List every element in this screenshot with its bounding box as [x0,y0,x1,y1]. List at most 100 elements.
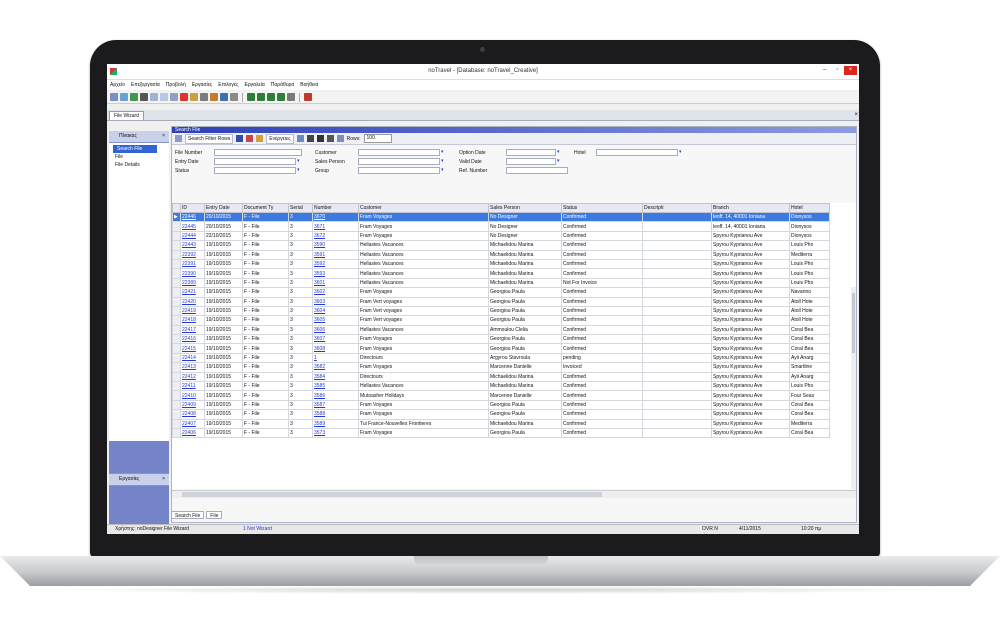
tasks-pane-close-icon[interactable]: × [162,474,165,485]
table-row[interactable]: 22407 19/10/2015 F - File 3 3589 Tui France-N… [172,418,830,430]
horizontal-scrollbar[interactable] [172,490,856,498]
row-header[interactable] [172,352,181,364]
table-row[interactable]: 22410 19/10/2015 F - File 3 3586 Mutoasher Ho… [172,390,830,401]
entry-date-dropdown-icon[interactable]: ▾ [297,158,300,164]
table-row[interactable]: 22416 19/10/2015 F - File 3 3607 Fram Voyages… [172,334,830,345]
row-header[interactable] [172,258,181,270]
delete-icon[interactable] [180,93,188,101]
table-cell[interactable]: 3606 [312,324,359,336]
row-header[interactable] [172,427,181,439]
tree-item-file[interactable]: File [109,153,169,161]
table-cell[interactable]: 3585 [312,381,359,392]
table-row[interactable]: 22408 19/10/2015 F - File 3 3588 Fram Voyages… [172,409,830,420]
first-record-icon[interactable] [247,93,255,101]
table-cell[interactable]: 22414 [180,352,205,364]
table-cell[interactable]: 22443 [180,240,205,251]
column-header[interactable]: Sales Person [488,203,562,213]
table-row[interactable]: 22406 19/10/2015 F - File 3 3573 Fram Voyages… [172,427,830,439]
ref-number-field[interactable] [506,167,568,174]
table-cell[interactable]: 22418 [180,315,205,326]
table-cell[interactable]: 22392 [180,249,205,260]
menu-item-file[interactable]: Αρχείο [107,82,128,88]
row-header[interactable] [172,343,181,354]
table-cell[interactable]: 3671 [312,221,359,232]
copy-icon[interactable] [160,93,168,101]
valid-date-dropdown-icon[interactable]: ▾ [557,158,560,164]
table-cell[interactable]: 22407 [180,418,205,430]
tab-file-wizard[interactable]: File Wizard [109,111,145,120]
menu-item-tasks[interactable]: Εργασίες [189,82,215,88]
tools-icon[interactable] [175,135,182,142]
status-field[interactable] [214,167,296,174]
scrollbar-thumb[interactable] [182,492,602,497]
column-header[interactable]: Number [312,203,359,213]
next-record-icon[interactable] [267,93,275,101]
last-record-icon[interactable] [277,93,285,101]
option-date-dropdown-icon[interactable]: ▾ [557,149,560,155]
table-row[interactable]: 22390 19/10/2015 F - File 3 3593 Hellastes Va… [172,268,830,279]
table-cell[interactable]: 22419 [180,305,205,317]
table-row[interactable]: 22412 19/10/2015 F - File 3 3584 Directours Mi… [172,371,830,383]
table-cell[interactable]: 3573 [312,427,359,439]
hotel-dropdown-icon[interactable]: ▾ [679,149,682,155]
table-cell[interactable]: 3591 [312,249,359,260]
row-header[interactable] [172,305,181,317]
search-icon[interactable] [110,93,118,101]
previous-record-icon[interactable] [257,93,265,101]
row-header[interactable] [172,390,181,401]
status-dropdown-icon[interactable]: ▾ [297,167,300,173]
column-header[interactable]: Customer [358,203,489,213]
row-header[interactable] [172,230,181,242]
table-cell[interactable]: 22410 [180,390,205,401]
table-row[interactable]: 22420 19/10/2015 F - File 3 3603 Fram Vert vo… [172,296,830,307]
row-header[interactable] [172,249,181,260]
table-cell[interactable]: 22411 [180,381,205,392]
export-icon[interactable] [296,135,304,142]
file-number-field[interactable] [214,149,302,156]
valid-date-field[interactable] [506,158,556,165]
vertical-scrollbar[interactable] [851,287,856,489]
clear-icon[interactable] [246,135,254,142]
row-header[interactable] [172,334,181,345]
pin-icon[interactable] [316,135,324,142]
table-row[interactable]: 22419 19/10/2015 F - File 3 3604 Fram Vert vo… [172,305,830,317]
restore-button[interactable]: ▫ [831,66,844,75]
menu-item-windows[interactable]: Παράθυρα [268,82,298,88]
tree-item-file-details[interactable]: File Details [109,161,169,169]
table-row[interactable]: 22444 22/10/2015 F - File 3 3672 Fram Voyages… [172,230,830,242]
status-link[interactable]: 1 Not Wizard [243,525,272,534]
sales-person-dropdown-icon[interactable]: ▾ [441,158,444,164]
menu-item-edit[interactable]: Επεξεργασία [128,82,163,88]
row-header[interactable] [172,418,181,430]
group-dropdown-icon[interactable]: ▾ [441,167,444,173]
table-cell[interactable]: 3605 [312,315,359,326]
customer-field[interactable] [358,149,440,156]
table-row[interactable]: 22421 19/10/2015 F - File 3 3602 Fram Voyages… [172,287,830,298]
row-header[interactable] [172,399,181,411]
hotel-field[interactable] [596,149,678,156]
menu-item-tools[interactable]: Εργαλεία [241,82,267,88]
table-cell[interactable]: 3582 [312,362,359,373]
table-row[interactable]: 22417 19/10/2015 F - File 3 3606 Hellastes Va… [172,324,830,336]
row-header[interactable] [172,221,181,232]
table-cell[interactable]: 3588 [312,409,359,420]
table-cell[interactable]: 22417 [180,324,205,336]
table-cell[interactable]: 22446 [180,211,205,223]
table-row[interactable]: 22445 20/10/2015 F - File 3 3671 Fram Voyages… [172,221,830,232]
customer-dropdown-icon[interactable]: ▾ [441,149,444,155]
table-cell[interactable]: 22389 [180,277,205,289]
table-cell[interactable]: 3608 [312,343,359,354]
row-header[interactable] [172,409,181,420]
table-row[interactable]: 22415 19/10/2015 F - File 3 3608 Fram Voyages… [172,343,830,354]
column-header[interactable]: Entry Date [204,203,243,213]
table-cell[interactable]: 22444 [180,230,205,242]
table-row[interactable]: 22392 19/10/2015 F - File 3 3591 Hellastes Va… [172,249,830,260]
row-header[interactable]: ▶ [172,211,181,223]
group-field[interactable] [358,167,440,174]
table-cell[interactable]: 1 [312,352,359,364]
paste-icon[interactable] [170,93,178,101]
table-cell[interactable]: 3602 [312,287,359,298]
table-cell[interactable]: 3607 [312,334,359,345]
table-row[interactable]: 22413 19/10/2015 F - File 3 3582 Fram Voyages… [172,362,830,373]
table-row[interactable]: 22443 19/10/2015 F - File 3 3590 Hellastes Va… [172,240,830,251]
